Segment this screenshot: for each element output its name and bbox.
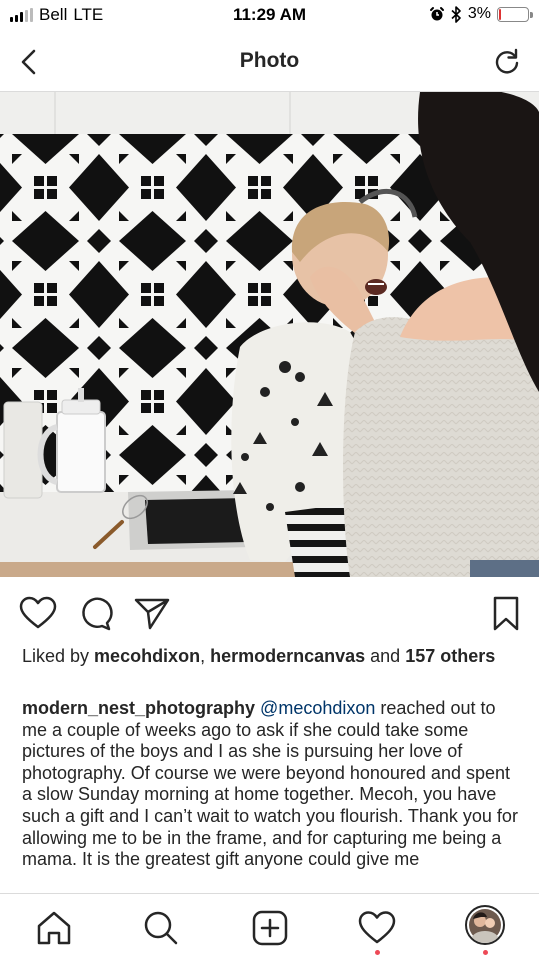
- chevron-left-icon: [21, 49, 36, 75]
- comment-button[interactable]: [75, 594, 115, 634]
- refresh-button[interactable]: [489, 44, 525, 80]
- refresh-icon: [495, 48, 519, 74]
- add-post-icon: [252, 910, 288, 946]
- page-title: Photo: [239, 49, 300, 72]
- bluetooth-icon: [451, 5, 461, 23]
- likes-prefix: Liked by: [22, 646, 95, 666]
- battery-icon: [497, 6, 533, 22]
- caption-mention[interactable]: @mecohdixon: [260, 698, 375, 718]
- post-photo[interactable]: [0, 92, 539, 577]
- nav-header: Photo: [0, 32, 539, 92]
- liker-hermoderncanvas[interactable]: hermoderncanvas: [210, 646, 365, 666]
- battery-level: [499, 8, 501, 20]
- search-icon: [144, 911, 178, 945]
- photo-illustration: [0, 92, 539, 577]
- tab-profile[interactable]: [465, 905, 505, 945]
- alarm-icon: [429, 7, 444, 21]
- post-caption: modern_nest_photography @mecohdixon reac…: [22, 698, 522, 871]
- tab-new-post[interactable]: [248, 906, 292, 950]
- liker-mecohdixon[interactable]: mecohdixon: [94, 646, 200, 666]
- heart-icon: [19, 596, 57, 629]
- likes-others-count[interactable]: 157 others: [405, 646, 495, 666]
- likes-and: and: [365, 646, 406, 666]
- profile-avatar: [469, 909, 501, 943]
- likes-separator: ,: [200, 646, 211, 666]
- caption-username[interactable]: modern_nest_photography: [22, 698, 255, 718]
- caption-text: reached out to me a couple of weeks ago …: [22, 698, 518, 870]
- activity-notification-dot: [375, 950, 380, 955]
- home-icon: [37, 911, 71, 945]
- activity-heart-icon: [358, 911, 396, 944]
- profile-notification-dot: [483, 950, 488, 955]
- post-actions: [0, 590, 539, 634]
- bookmark-button[interactable]: [486, 594, 526, 634]
- back-button[interactable]: [12, 44, 48, 80]
- tab-home[interactable]: [32, 906, 76, 950]
- tab-search[interactable]: [139, 906, 183, 950]
- likes-summary[interactable]: Liked by mecohdixon, hermoderncanvas and…: [22, 645, 522, 668]
- bottom-tab-bar: [0, 893, 539, 960]
- comment-icon: [82, 597, 113, 631]
- like-button[interactable]: [18, 594, 58, 634]
- battery-percent: 3%: [467, 5, 491, 22]
- bookmark-icon: [493, 596, 519, 631]
- status-right: 3%: [429, 5, 533, 23]
- tab-activity[interactable]: [355, 906, 399, 950]
- status-bar: Bell LTE 11:29 AM 3%: [0, 0, 539, 32]
- share-icon: [134, 598, 170, 630]
- share-button[interactable]: [132, 594, 172, 634]
